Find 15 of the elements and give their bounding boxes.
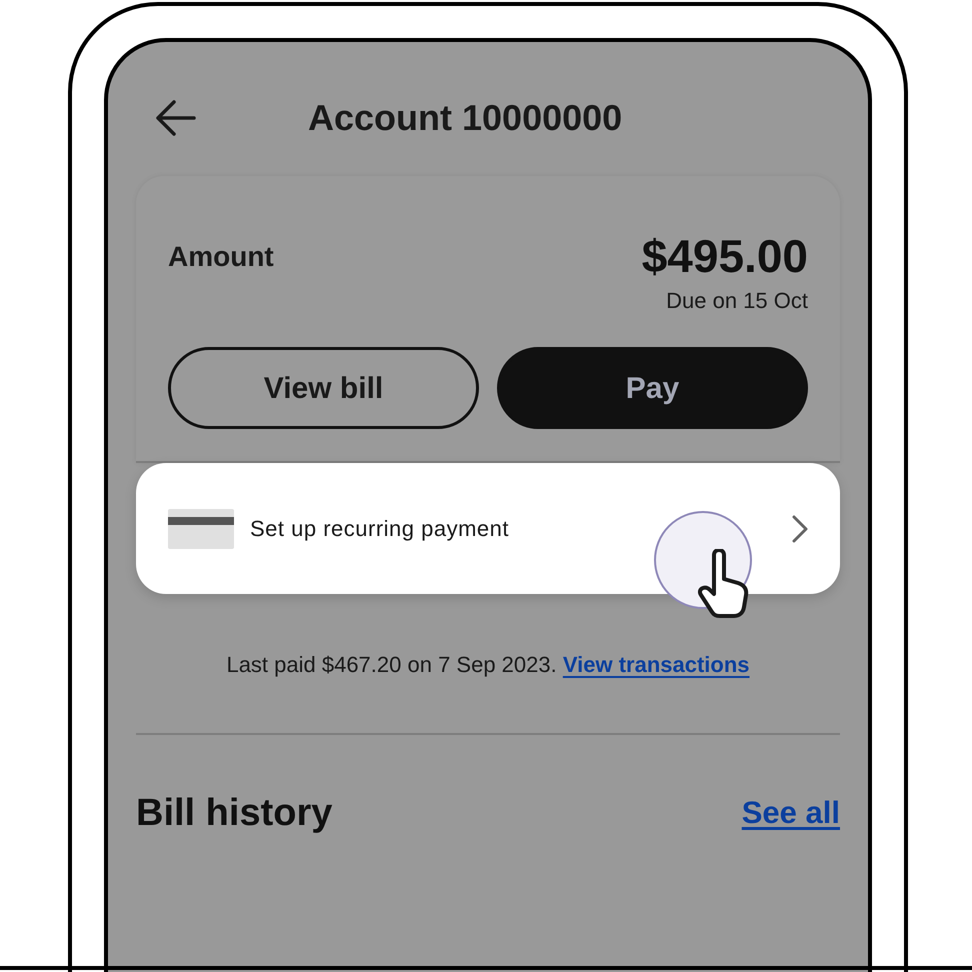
- view-transactions-link[interactable]: View transactions: [562, 652, 750, 677]
- card-icon: [168, 508, 234, 548]
- recurring-payment-label: Set up recurring payment: [250, 515, 510, 543]
- view-bill-button[interactable]: View bill: [168, 347, 479, 429]
- pay-button[interactable]: Pay: [497, 347, 808, 429]
- amount-label: Amount: [168, 240, 274, 274]
- due-date: Due on 15 Oct: [666, 287, 808, 315]
- amount-value: $495.00: [642, 230, 808, 282]
- page-title: Account 10000000: [308, 96, 622, 140]
- last-paid-text: Last paid $467.20 on 7 Sep 2023. View transactions: [225, 651, 751, 679]
- recurring-payment-row[interactable]: Set up recurring payment: [136, 463, 840, 594]
- back-arrow-icon: [156, 100, 196, 136]
- see-all-link[interactable]: See all: [742, 790, 840, 837]
- chevron-right-icon: [792, 514, 808, 542]
- bill-history-heading: Bill history: [136, 791, 332, 836]
